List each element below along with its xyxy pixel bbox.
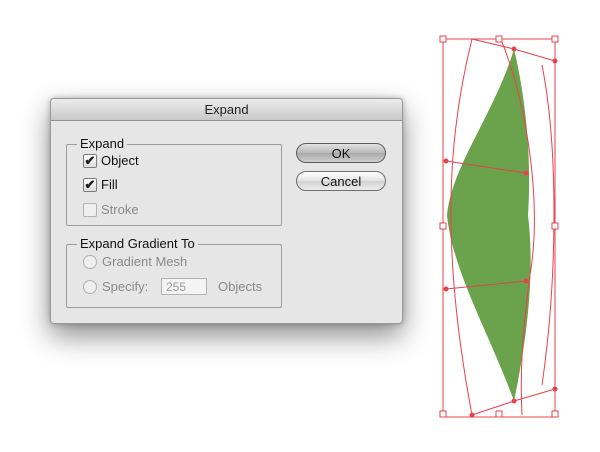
fill-checkbox-row[interactable]: ✔ Fill xyxy=(83,177,118,192)
object-label: Object xyxy=(101,153,139,168)
objects-unit-label: Objects xyxy=(218,279,263,294)
stroke-label: Stroke xyxy=(101,202,139,217)
gradient-mesh-radio-row[interactable]: Gradient Mesh xyxy=(83,254,187,269)
object-checkbox-row[interactable]: ✔ Object xyxy=(83,153,139,168)
artwork-canvas xyxy=(439,35,559,418)
expand-dialog: Expand Expand ✔ Object ✔ Fill Stroke Exp… xyxy=(50,98,403,324)
specify-objects-input[interactable]: 255 xyxy=(161,278,207,295)
gradient-mesh-label: Gradient Mesh xyxy=(102,254,188,269)
stroke-checkbox[interactable] xyxy=(83,202,97,217)
dialog-title: Expand xyxy=(51,99,402,121)
stroke-checkbox-row[interactable]: Stroke xyxy=(83,202,139,217)
fill-checkbox[interactable]: ✔ xyxy=(83,177,97,192)
specify-radio[interactable] xyxy=(83,279,97,294)
gradient-mesh-radio[interactable] xyxy=(83,254,97,269)
cancel-button[interactable]: Cancel xyxy=(296,171,386,191)
specify-radio-row[interactable]: Specify: xyxy=(83,279,148,294)
ok-button[interactable]: OK xyxy=(296,143,386,163)
expand-group-legend: Expand xyxy=(77,137,128,151)
specify-label: Specify: xyxy=(102,279,149,294)
gradient-group-legend: Expand Gradient To xyxy=(77,237,198,251)
object-checkbox[interactable]: ✔ xyxy=(83,153,97,168)
fill-label: Fill xyxy=(101,177,118,192)
